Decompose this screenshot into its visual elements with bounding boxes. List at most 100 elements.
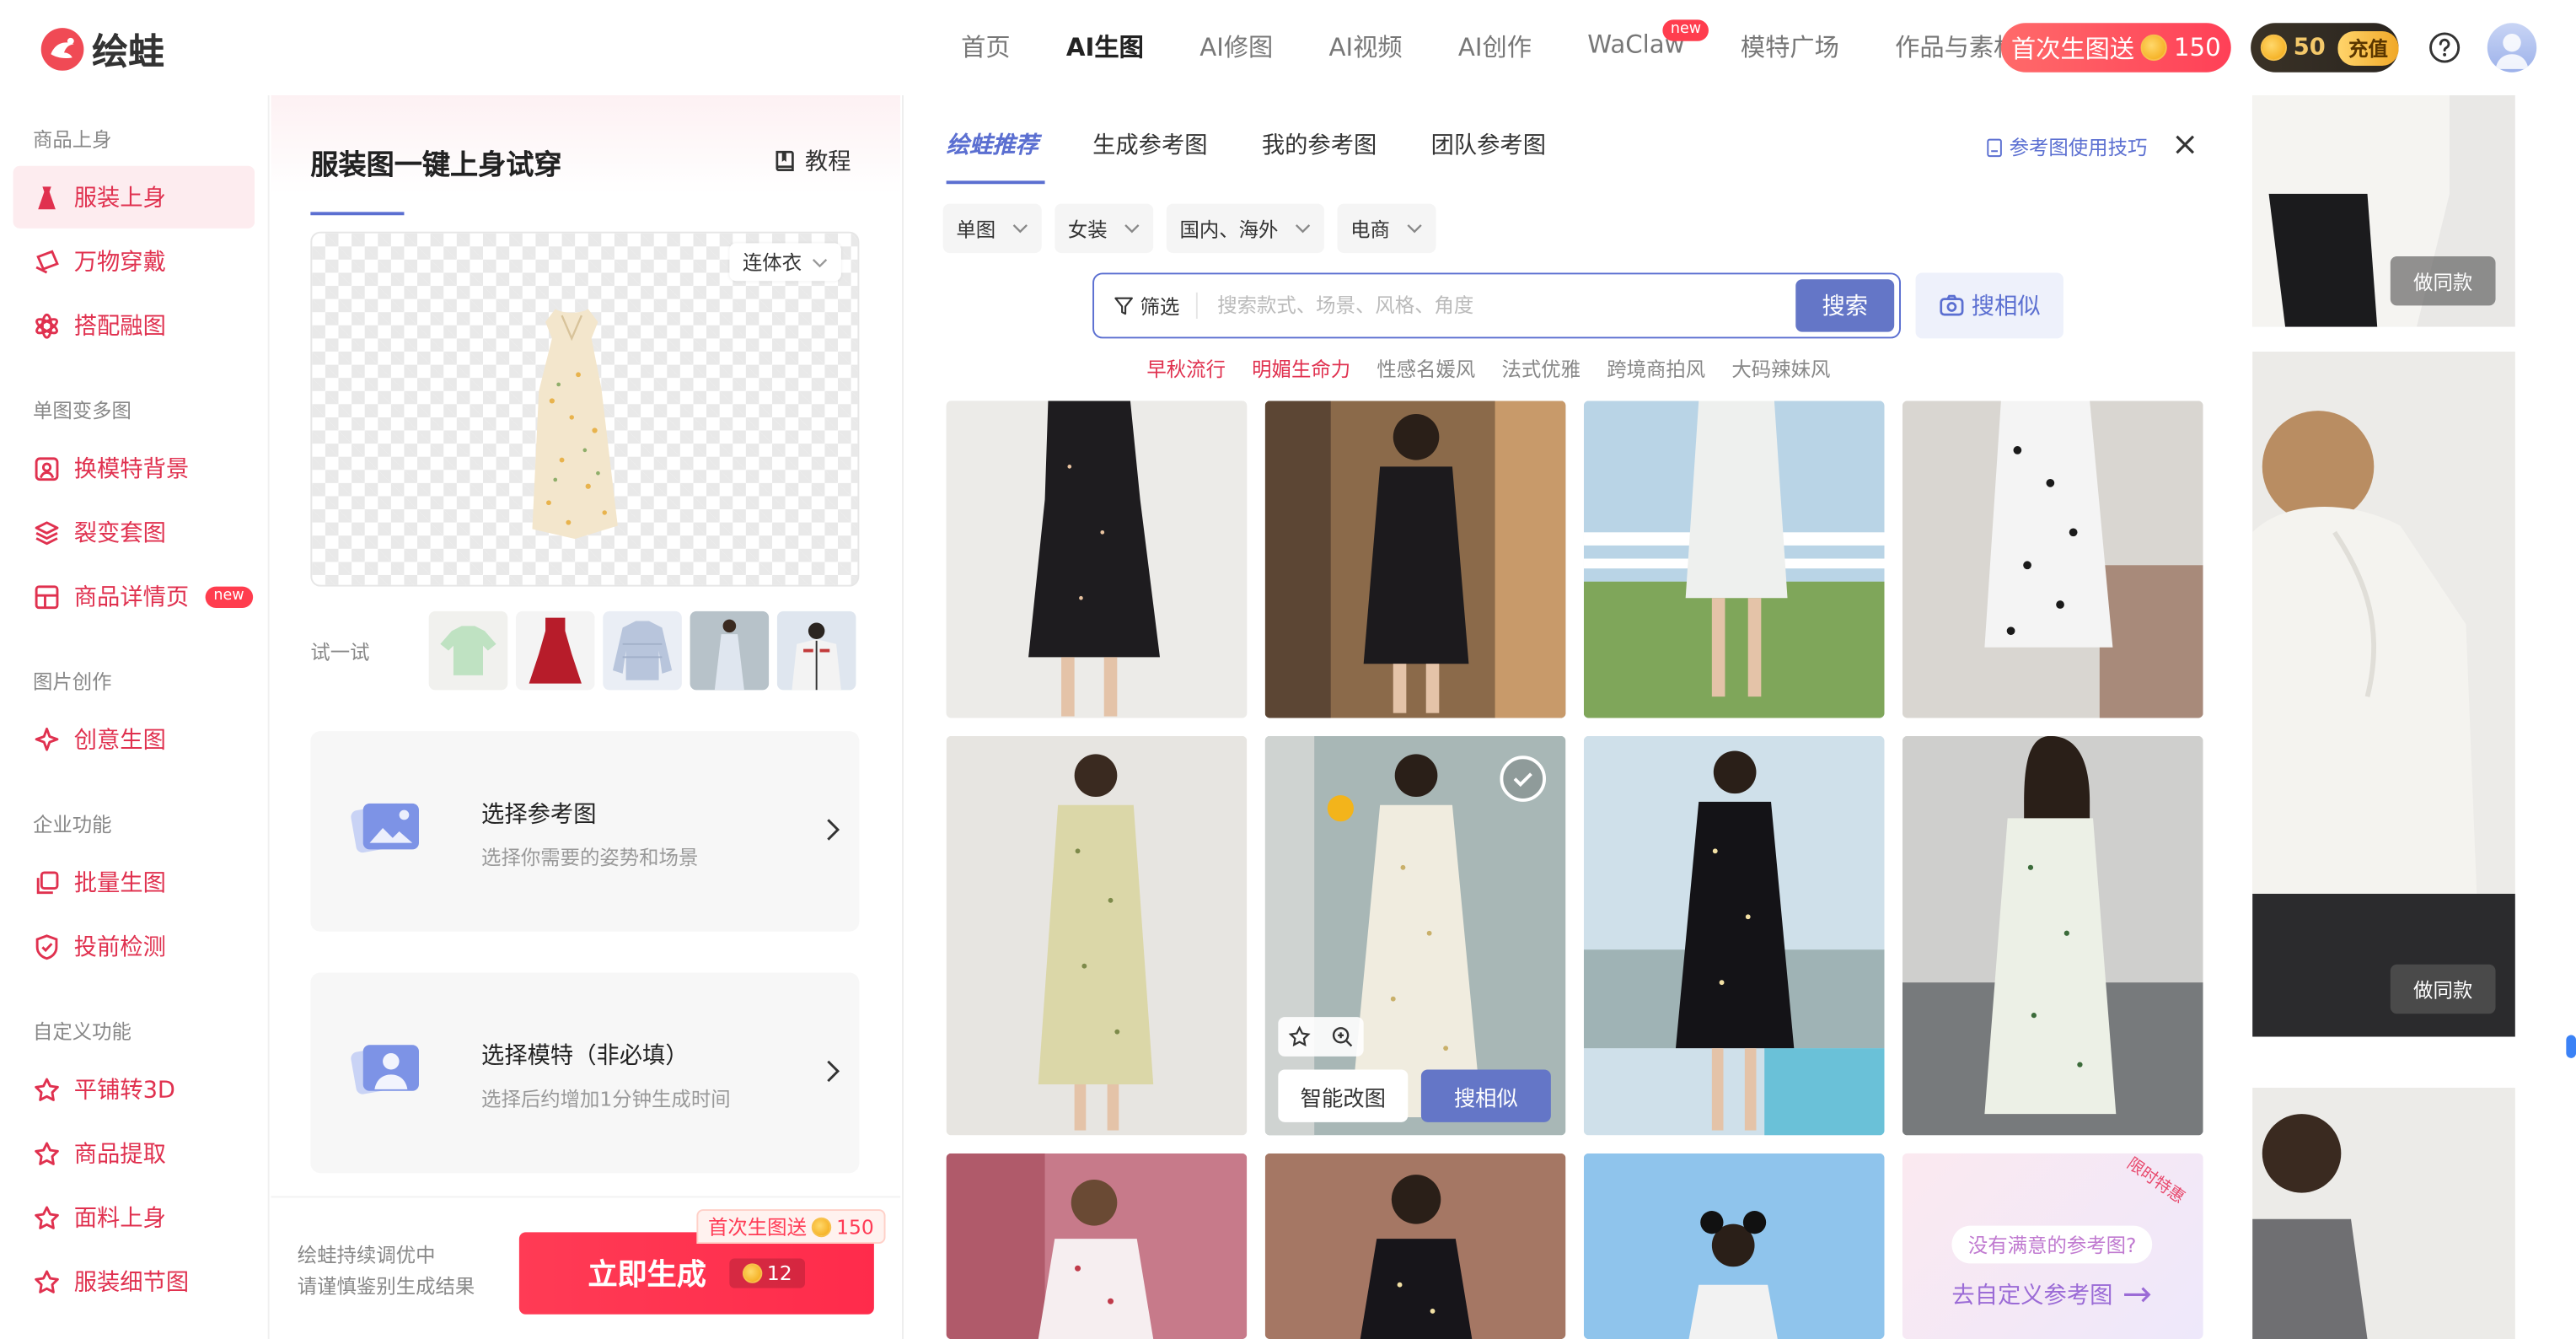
model-photo	[1583, 401, 1885, 718]
reference-image[interactable]	[946, 401, 1248, 718]
reference-image[interactable]	[946, 735, 1248, 1136]
sidebar-item-prelaunch-check[interactable]: 投前检测	[13, 915, 255, 977]
nav-model-square[interactable]: 模特广场	[1713, 30, 1867, 64]
sidebar-item-batch-gen[interactable]: 批量生图	[13, 851, 255, 913]
reference-image-selected[interactable]: 智能改图 搜相似	[1264, 735, 1566, 1136]
hot-tag[interactable]: 大码辣妹风	[1731, 355, 1830, 383]
user-avatar[interactable]	[2487, 23, 2537, 73]
filter-scene[interactable]: 电商	[1337, 203, 1436, 254]
reference-image[interactable]	[946, 1153, 1248, 1339]
sidebar-item-fabric-on-body[interactable]: 面料上身	[13, 1186, 255, 1249]
category-select[interactable]: 连体衣	[729, 243, 841, 282]
first-gen-promo-button[interactable]: 首次生图送 150	[2000, 23, 2231, 73]
model-jacket-image	[776, 610, 856, 691]
recharge-button[interactable]: 充值	[2338, 30, 2398, 65]
hot-tag[interactable]: 早秋流行	[1146, 355, 1226, 383]
logo[interactable]: 绘蛙	[40, 23, 164, 75]
smart-edit-button[interactable]: 智能改图	[1278, 1069, 1409, 1122]
sidebar-item-label: 创意生图	[73, 728, 166, 755]
new-badge: new	[205, 585, 253, 607]
search-similar-button[interactable]: 搜相似	[1915, 272, 2063, 339]
tutorial-link[interactable]: 教程	[772, 144, 851, 177]
points-balance[interactable]: 50 充值	[2251, 23, 2399, 73]
tab-generate-reference[interactable]: 生成参考图	[1092, 128, 1207, 161]
reference-image[interactable]	[1902, 401, 2203, 718]
nav-ai-retouch[interactable]: AI修图	[1172, 30, 1301, 64]
nav-waclaw[interactable]: WaClaw new	[1559, 19, 1713, 64]
search-input[interactable]	[1197, 293, 1796, 318]
sidebar-item-label: 批量生图	[73, 870, 166, 897]
sample-thumb[interactable]	[428, 610, 508, 691]
sample-thumb[interactable]	[776, 610, 856, 691]
filter-type[interactable]: 单图	[942, 203, 1042, 254]
favorite-button[interactable]	[1278, 1017, 1321, 1057]
selected-check-icon[interactable]	[1500, 756, 1547, 802]
generate-bar: 绘蛙持续调优中 请谨慎鉴别生成结果 立即生成 12 首次生图送 150	[271, 1196, 901, 1339]
promo-points: 150	[2173, 32, 2221, 63]
check-icon	[1513, 772, 1532, 788]
sidebar-item-wear-anything[interactable]: 万物穿戴	[13, 230, 255, 293]
sidebar-item-variation-set[interactable]: 裂变套图	[13, 501, 255, 563]
zoom-button[interactable]	[1321, 1017, 1364, 1057]
sidebar-item-flat-to-3d[interactable]: 平铺转3D	[13, 1058, 255, 1121]
tips-label: 参考图使用技巧	[2009, 136, 2148, 160]
reference-tips-link[interactable]: 参考图使用技巧	[1984, 133, 2147, 161]
custom-question: 没有满意的参考图?	[1951, 1225, 2153, 1264]
sample-thumb[interactable]	[690, 610, 770, 691]
search-similar-image-button[interactable]: 搜相似	[1420, 1069, 1551, 1122]
garment-preview[interactable]: 连体衣	[310, 231, 860, 587]
strip-image[interactable]	[2252, 1087, 2515, 1339]
hot-tag[interactable]: 法式优雅	[1501, 355, 1580, 383]
select-reference-card[interactable]: 选择参考图 选择你需要的姿势和场景	[310, 731, 860, 932]
sidebar-item-label: 搭配融图	[73, 314, 166, 341]
hot-tag[interactable]: 跨境商拍风	[1607, 355, 1705, 383]
tutorial-label: 教程	[805, 149, 851, 176]
reference-image[interactable]	[1583, 401, 1885, 718]
tab-recommended[interactable]: 绘蛙推荐	[947, 128, 1038, 161]
sample-thumb[interactable]	[515, 610, 595, 691]
reference-image[interactable]	[1902, 735, 2203, 1136]
sidebar-item-outfit-blend[interactable]: 搭配融图	[13, 294, 255, 357]
sidebar-item-product-detail-page[interactable]: 商品详情页 new	[13, 565, 255, 627]
close-icon[interactable]	[2172, 132, 2198, 158]
custom-reference-link[interactable]: 去自定义参考图	[1951, 1278, 2152, 1311]
sidebar-item-clothing-try-on[interactable]: 服装上身	[13, 165, 255, 229]
reference-image[interactable]	[1264, 1153, 1566, 1339]
reference-image[interactable]	[1583, 735, 1885, 1136]
sidebar-item-product-extract[interactable]: 商品提取	[13, 1122, 255, 1185]
make-same-button[interactable]: 做同款	[2390, 964, 2496, 1014]
nav-ai-image[interactable]: AI生图	[1038, 30, 1172, 64]
sidebar-item-creative-gen[interactable]: 创意生图	[13, 708, 255, 771]
zoom-in-icon	[1332, 1027, 1353, 1047]
nav-ai-create[interactable]: AI创作	[1430, 30, 1559, 64]
layout-icon	[35, 584, 59, 609]
image-overlay-buttons: 智能改图 搜相似	[1278, 1069, 1551, 1122]
tab-team-reference[interactable]: 团队参考图	[1431, 128, 1546, 161]
sidebar-item-clothing-detail[interactable]: 服装细节图	[13, 1250, 255, 1313]
make-same-button[interactable]: 做同款	[2390, 255, 2496, 306]
filter-region[interactable]: 国内、海外	[1166, 203, 1324, 254]
reference-image[interactable]	[1264, 401, 1566, 718]
reference-image[interactable]	[1583, 1153, 1885, 1339]
search-button[interactable]: 搜索	[1795, 279, 1895, 332]
help-icon[interactable]	[2428, 31, 2461, 64]
hot-tag[interactable]: 明媚生命力	[1252, 355, 1350, 383]
sidebar-item-change-model-bg[interactable]: 换模特背景	[13, 437, 255, 499]
generate-button[interactable]: 立即生成 12	[518, 1232, 874, 1315]
search-filter-button[interactable]: 筛选	[1094, 292, 1198, 320]
model-photo	[1264, 401, 1566, 718]
sidebar-item-label: 裂变套图	[73, 520, 166, 547]
filter-gender[interactable]: 女装	[1055, 203, 1154, 254]
hot-tag[interactable]: 性感名媛风	[1377, 355, 1475, 383]
select-model-card[interactable]: 选择模特（非必填） 选择后约增加1分钟生成时间	[310, 972, 860, 1174]
strip-image[interactable]: 做同款	[2252, 351, 2515, 1037]
model-photo	[1264, 1153, 1566, 1339]
custom-reference-card[interactable]: 限时特惠 没有满意的参考图? 去自定义参考图	[1902, 1153, 2203, 1339]
sample-thumb[interactable]	[603, 610, 682, 691]
tab-my-reference[interactable]: 我的参考图	[1262, 128, 1377, 161]
nav-ai-video[interactable]: AI视频	[1301, 30, 1430, 64]
shield-check-icon	[35, 933, 58, 960]
scrollbar-thumb[interactable]	[2566, 1035, 2576, 1058]
nav-home[interactable]: 首页	[933, 30, 1038, 64]
strip-image[interactable]: 做同款	[2252, 95, 2515, 327]
